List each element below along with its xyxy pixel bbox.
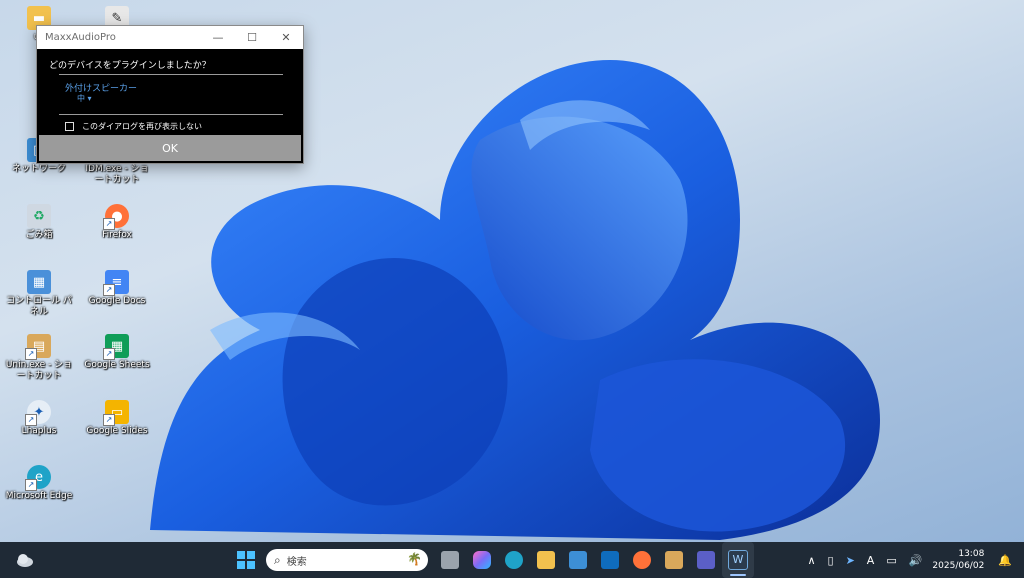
- weather-widget[interactable]: [16, 552, 34, 568]
- desktop-icon-firefox[interactable]: ● ↗ Firefox: [81, 204, 153, 241]
- outlook-icon: [601, 551, 619, 569]
- taskbar-waves-maxxaudio[interactable]: W: [722, 542, 754, 578]
- cloud-icon: [17, 554, 33, 567]
- network-icon[interactable]: ▭: [886, 554, 896, 567]
- store-icon: [569, 551, 587, 569]
- desktop-icon-google-sheets[interactable]: ▦ ↗ Google Sheets: [81, 334, 153, 371]
- divider: [59, 114, 283, 115]
- maxxaudio-dialog: MaxxAudioPro — ☐ ✕ どのデバイスをプラグインしましたか？ 外付…: [36, 25, 304, 164]
- archive-icon: [665, 551, 683, 569]
- taskbar-search-box[interactable]: ⌕ 検索 🌴: [266, 549, 428, 571]
- google-slides-icon: ▭ ↗: [103, 400, 129, 426]
- location-arrow-icon[interactable]: ➤: [846, 554, 855, 567]
- dialog-title: MaxxAudioPro: [45, 32, 116, 43]
- desktop-icon-lhaplus[interactable]: ✦ ↗ Lhaplus: [3, 400, 75, 437]
- ime-mode-indicator[interactable]: A: [867, 554, 875, 567]
- show-hidden-icons-chevron[interactable]: ∧: [807, 554, 815, 567]
- taskbar-microsoft-store[interactable]: [562, 542, 594, 578]
- desktop-icon-recycle-bin[interactable]: ♻ ごみ箱: [3, 204, 75, 241]
- shortcut-arrow-icon: ↗: [25, 348, 37, 360]
- device-option-external-speaker[interactable]: 外付けスピーカー: [65, 81, 137, 94]
- teams-icon: [697, 551, 715, 569]
- usb-device-icon[interactable]: ▯: [828, 554, 834, 567]
- desktop-icon-control-panel[interactable]: ▦ コントロール パネル: [3, 270, 75, 318]
- close-button[interactable]: ✕: [269, 31, 303, 44]
- start-button[interactable]: [230, 542, 262, 578]
- dont-show-again-row[interactable]: このダイアログを再び表示しない: [65, 121, 202, 132]
- maximize-button[interactable]: ☐: [235, 31, 269, 44]
- uninstaller-icon: ▤ ↗: [25, 334, 51, 360]
- taskbar-outlook[interactable]: [594, 542, 626, 578]
- taskbar-firefox[interactable]: [626, 542, 658, 578]
- taskbar-edge[interactable]: [498, 542, 530, 578]
- dialog-question: どのデバイスをプラグインしましたか？: [49, 61, 211, 71]
- lhaplus-icon: ✦ ↗: [25, 400, 51, 426]
- volume-icon[interactable]: 🔊: [909, 554, 923, 567]
- ok-button[interactable]: OK: [39, 135, 301, 161]
- shortcut-arrow-icon: ↗: [103, 348, 115, 360]
- windows-logo-icon: [237, 551, 255, 569]
- google-sheets-icon: ▦ ↗: [103, 334, 129, 360]
- search-icon: ⌕: [274, 552, 281, 567]
- firefox-icon: ● ↗: [103, 204, 129, 230]
- edge-icon: [505, 551, 523, 569]
- taskbar-file-explorer[interactable]: [530, 542, 562, 578]
- recycle-bin-icon: ♻: [27, 204, 51, 228]
- system-tray: ∧ ▯ ➤ A ▭ 🔊 13:08 2025/06/02 🔔: [801, 542, 1018, 578]
- control-panel-icon: ▦: [27, 270, 51, 294]
- shortcut-arrow-icon: ↗: [103, 414, 115, 426]
- firefox-icon: [633, 551, 651, 569]
- waves-icon: W: [728, 550, 748, 570]
- clock-time: 13:08: [958, 549, 985, 559]
- taskbar: ⌕ 検索 🌴 W ∧ ▯ ➤ A ▭ 🔊 13:08 2025/06/02 🔔: [0, 542, 1024, 578]
- task-view-icon: [441, 551, 459, 569]
- taskbar-center: ⌕ 検索 🌴 W: [230, 542, 754, 578]
- clock-date: 2025/06/02: [932, 561, 985, 571]
- dont-show-again-checkbox[interactable]: [65, 122, 74, 131]
- taskbar-copilot[interactable]: [466, 542, 498, 578]
- clock[interactable]: 13:08 2025/06/02: [932, 548, 984, 572]
- device-option-dropdown[interactable]: 中 ▾: [77, 93, 92, 104]
- taskbar-teams[interactable]: [690, 542, 722, 578]
- shortcut-arrow-icon: ↗: [25, 414, 37, 426]
- shortcut-arrow-icon: ↗: [25, 479, 37, 491]
- taskbar-task-view[interactable]: [434, 542, 466, 578]
- google-docs-icon: ≡ ↗: [103, 270, 129, 296]
- desktop-icon-microsoft-edge[interactable]: e ↗ Microsoft Edge: [3, 465, 75, 502]
- active-app-indicator: [730, 574, 746, 576]
- search-placeholder: 検索: [286, 556, 307, 568]
- shortcut-arrow-icon: ↗: [103, 284, 115, 296]
- desktop-icon-unin-shortcut[interactable]: ▤ ↗ Unin.exe - ショートカット: [3, 334, 75, 382]
- edge-icon: e ↗: [25, 465, 51, 491]
- desktop-icon-google-slides[interactable]: ▭ ↗ Google Slides: [81, 400, 153, 437]
- dialog-titlebar[interactable]: MaxxAudioPro — ☐ ✕: [37, 26, 303, 49]
- copilot-icon: [473, 551, 491, 569]
- taskbar-archive-tool[interactable]: [658, 542, 690, 578]
- notification-bell-icon[interactable]: 🔔: [998, 554, 1012, 567]
- shortcut-arrow-icon: ↗: [103, 218, 115, 230]
- search-highlight-palm-icon: 🌴: [407, 552, 422, 566]
- minimize-button[interactable]: —: [201, 31, 235, 44]
- dont-show-again-label: このダイアログを再び表示しない: [82, 122, 202, 131]
- folder-icon: [537, 551, 555, 569]
- divider: [59, 74, 283, 75]
- desktop-icon-google-docs[interactable]: ≡ ↗ Google Docs: [81, 270, 153, 307]
